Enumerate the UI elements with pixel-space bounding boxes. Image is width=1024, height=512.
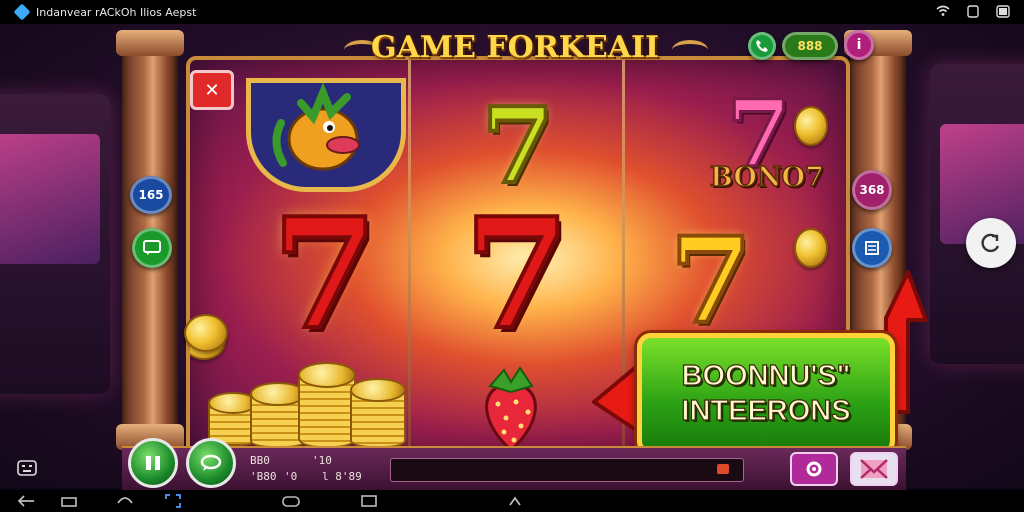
chat-icon xyxy=(143,240,161,255)
bonus-tag: BONO7 xyxy=(709,161,824,194)
seven-symbol: 7 xyxy=(270,184,380,363)
win-value: 368 xyxy=(859,183,885,197)
app-icon xyxy=(13,3,31,21)
mail-button[interactable] xyxy=(850,452,898,486)
coin-pile xyxy=(200,350,410,450)
stat-value: l 8'89 xyxy=(322,470,362,483)
win-button[interactable]: 368 xyxy=(852,170,892,210)
bonus-banner-line2: INTEERONS xyxy=(681,394,851,427)
battery-icon xyxy=(996,4,1010,18)
menu-up-icon[interactable] xyxy=(506,494,524,508)
title-plate: GAME FORKEAII xyxy=(360,28,670,66)
coin xyxy=(184,314,228,352)
phone-button[interactable] xyxy=(748,32,776,60)
keyboard-icon xyxy=(17,460,37,476)
stat-label: 'B80 xyxy=(250,470,277,483)
screenshot-icon[interactable] xyxy=(164,494,182,508)
window-icon[interactable] xyxy=(360,494,378,508)
recents-icon[interactable] xyxy=(116,494,134,508)
bet-value: 165 xyxy=(138,188,164,202)
title-flourish xyxy=(672,40,708,60)
wifi-icon xyxy=(936,4,950,18)
arcade-cabinet-right xyxy=(930,64,1024,364)
gamepad-icon[interactable] xyxy=(282,494,300,508)
close-icon: ✕ xyxy=(204,79,220,101)
back-icon[interactable] xyxy=(18,494,36,508)
control-bar: BB0 '10 'B80 '0 l 8'89 xyxy=(122,438,906,492)
seven-symbol: 7 xyxy=(462,184,572,363)
envelope-icon xyxy=(860,459,888,479)
info-button[interactable]: i xyxy=(844,30,874,60)
rotate-icon xyxy=(981,233,1000,253)
home-icon[interactable] xyxy=(60,494,78,508)
chat-button[interactable] xyxy=(132,228,172,268)
chat-round-button[interactable] xyxy=(186,438,236,488)
coins-counter-value: 888 xyxy=(797,39,823,53)
list-icon xyxy=(865,241,879,255)
strawberry-symbol xyxy=(466,364,556,454)
bonus-banner-button[interactable]: BOONNU'S" INTEERONS xyxy=(637,333,895,455)
bet-button[interactable]: 165 xyxy=(130,176,172,214)
bonus-banner-line1: BOONNU'S" xyxy=(681,359,851,392)
stat-label: BB0 xyxy=(250,454,270,467)
game-title: GAME FORKEAII xyxy=(370,29,660,65)
pause-icon xyxy=(146,456,160,470)
settings-button[interactable] xyxy=(790,452,838,486)
phone-icon xyxy=(756,40,768,52)
coins-counter[interactable]: 888 xyxy=(782,32,838,60)
fruit-character-symbol xyxy=(246,78,406,192)
system-nav-bar xyxy=(0,490,1024,512)
info-icon: i xyxy=(856,37,862,53)
chat-bubble-icon xyxy=(200,454,222,471)
pause-button[interactable] xyxy=(128,438,178,488)
message-indicator xyxy=(717,464,729,474)
close-button[interactable]: ✕ xyxy=(190,70,234,110)
message-bar xyxy=(390,458,744,482)
sim-card-icon xyxy=(966,4,980,18)
stat-value: '0 xyxy=(284,470,298,483)
seven-symbol: 7 xyxy=(480,84,556,207)
arcade-cabinet-left xyxy=(0,94,110,394)
status-bar: Indanvear rACkOh Ilios Aepst xyxy=(0,0,1024,24)
rotate-button[interactable] xyxy=(966,218,1016,268)
app-title: Indanvear rACkOh Ilios Aepst xyxy=(36,5,197,19)
gear-icon xyxy=(806,461,822,477)
keyboard-button[interactable] xyxy=(14,458,40,478)
coin xyxy=(794,106,828,146)
stat-value: '10 xyxy=(312,454,332,467)
